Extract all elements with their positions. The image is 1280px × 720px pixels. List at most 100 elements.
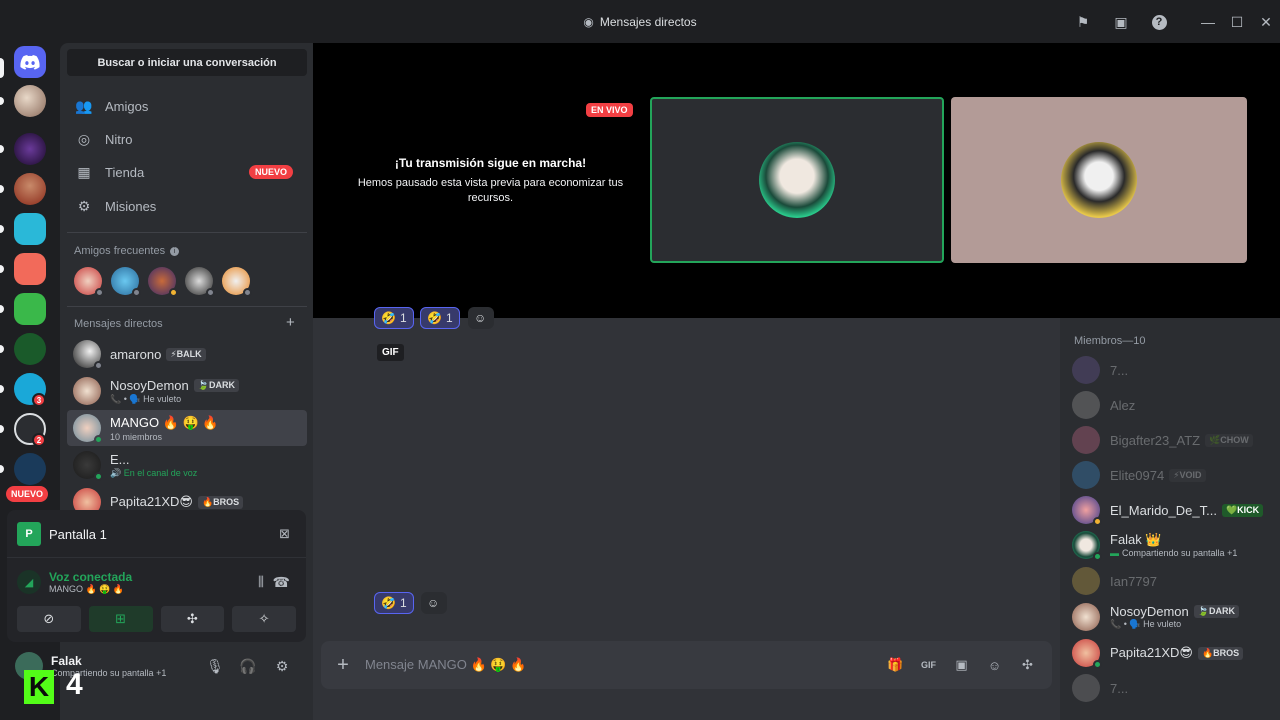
- unread-pip: [0, 425, 4, 433]
- nav-nitro[interactable]: ◎ Nitro: [67, 124, 307, 154]
- member-item[interactable]: Papita21XD😎 🔥BROS: [1072, 638, 1244, 669]
- status-indicator: [169, 288, 178, 297]
- nav-label: Nitro: [105, 131, 133, 147]
- close-icon[interactable]: ✕: [1258, 14, 1274, 30]
- add-reaction-icon[interactable]: ☺: [468, 307, 494, 329]
- server-icon[interactable]: [14, 173, 46, 205]
- server-icon[interactable]: [14, 85, 46, 117]
- add-reaction-icon[interactable]: ☺: [421, 592, 447, 614]
- camera-off-button[interactable]: ⊘: [17, 606, 81, 632]
- emoji-icon[interactable]: ☺: [978, 658, 1011, 673]
- discord-logo-icon: ◉: [583, 14, 594, 29]
- server-icon[interactable]: [14, 133, 46, 165]
- dm-name: NosoyDemon: [110, 377, 189, 393]
- frequent-friends-title: Amigos frecuentes i: [74, 245, 180, 257]
- search-button[interactable]: Buscar o iniciar una conversación: [67, 49, 307, 76]
- guild-tag: ⚡BALK: [166, 347, 206, 361]
- guild-tag: 💚KICK: [1221, 503, 1264, 517]
- microphone-icon[interactable]: 🎙: [204, 655, 226, 677]
- member-item[interactable]: Alez: [1072, 390, 1135, 420]
- soundboard-button[interactable]: ✧: [232, 606, 296, 632]
- user-name: Falak: [51, 654, 82, 668]
- inbox-flag-icon[interactable]: ⚑: [1075, 14, 1091, 30]
- gift-icon[interactable]: 🎁: [879, 657, 912, 673]
- reaction-button[interactable]: 🤣 1: [374, 592, 414, 614]
- reaction-emoji: 🤣: [381, 596, 396, 610]
- member-item[interactable]: Bigafter23_ATZ 🌿CHOW: [1072, 425, 1253, 455]
- status-indicator: [95, 288, 104, 297]
- member-item[interactable]: El_Marido_De_T... 💚KICK: [1072, 495, 1264, 526]
- sticker-icon[interactable]: ▣: [945, 657, 978, 673]
- message-input[interactable]: Mensaje MANGO 🔥 🤑 🔥: [365, 657, 879, 673]
- friend-avatar[interactable]: [222, 267, 252, 297]
- server-icon[interactable]: [14, 253, 46, 285]
- headphones-icon[interactable]: 🎧: [237, 655, 259, 677]
- reaction-button[interactable]: 🤣 1: [374, 307, 414, 329]
- dm-item[interactable]: NosoyDemon 🍃DARK 📞 • 🗣️ He vuleto: [67, 373, 307, 409]
- status-indicator: [1093, 517, 1102, 526]
- nav-quests[interactable]: ⚙ Misiones: [67, 191, 307, 221]
- minimize-icon[interactable]: —: [1200, 14, 1216, 30]
- friends-icon: 👥: [75, 97, 93, 114]
- server-icon[interactable]: [14, 453, 46, 485]
- attach-plus-icon[interactable]: +: [321, 654, 365, 677]
- discord-home-icon[interactable]: [14, 46, 46, 78]
- stream-tile[interactable]: [951, 97, 1247, 263]
- friend-avatar[interactable]: [74, 267, 104, 297]
- member-item[interactable]: Elite0974 ⚡VOID: [1072, 460, 1206, 490]
- unread-pip: [0, 265, 4, 273]
- reaction-button[interactable]: 🤣 1: [420, 307, 460, 329]
- member-list-title: Miembros—10: [1074, 335, 1146, 347]
- stream-tile-active[interactable]: [650, 97, 944, 263]
- stop-stream-icon[interactable]: ⊠: [279, 526, 290, 542]
- dm-item-selected[interactable]: MANGO 🔥 🤑 🔥 10 miembros: [67, 410, 307, 446]
- member-name: Elite0974: [1110, 467, 1165, 483]
- avatar: [1072, 461, 1100, 489]
- voice-panel: P Pantalla 1 ⊠ ◢ Voz conectada MANGO 🔥 🤑…: [7, 510, 306, 642]
- member-item[interactable]: 7...: [1072, 673, 1128, 703]
- direct-messages-title: Mensajes directos: [74, 318, 299, 330]
- server-icon[interactable]: [14, 333, 46, 365]
- gif-icon[interactable]: GIF: [912, 660, 945, 670]
- avatar: [73, 377, 101, 405]
- friend-avatar[interactable]: [185, 267, 215, 297]
- voice-status[interactable]: Voz conectada: [49, 570, 132, 584]
- member-item[interactable]: Falak 👑 ▬ Compartiendo su pantalla +1: [1072, 530, 1237, 561]
- dm-item[interactable]: E... 🔊 En el canal de voz: [67, 447, 307, 483]
- noise-suppression-icon[interactable]: ⫼: [258, 574, 264, 590]
- nitro-icon: ◎: [77, 130, 91, 147]
- reaction-count: 1: [399, 596, 407, 610]
- server-badge: 2: [32, 433, 46, 447]
- member-item[interactable]: NosoyDemon 🍃DARK 📞 • 🗣️ He vuleto: [1072, 602, 1239, 632]
- participant-avatar: [759, 142, 835, 218]
- window-title-text: Mensajes directos: [599, 14, 697, 29]
- new-badge: NUEVO: [248, 165, 293, 179]
- avatar: [1072, 567, 1100, 595]
- friend-avatar[interactable]: [148, 267, 178, 297]
- create-dm-icon[interactable]: +: [286, 314, 295, 331]
- screen-share-button[interactable]: ⊞: [88, 606, 153, 632]
- member-name: Papita21XD😎: [1110, 645, 1193, 660]
- nav-shop[interactable]: ▦ Tienda NUEVO: [67, 157, 307, 187]
- nav-friends[interactable]: 👥 Amigos: [67, 91, 307, 121]
- settings-gear-icon[interactable]: ⚙: [271, 655, 293, 677]
- member-item[interactable]: Ian7797: [1072, 566, 1157, 596]
- maximize-icon[interactable]: ☐: [1229, 14, 1245, 30]
- member-status: 📞 • 🗣️ He vuleto: [1110, 619, 1182, 629]
- nav-label: Misiones: [105, 198, 157, 214]
- apps-icon[interactable]: ✣: [1011, 657, 1044, 673]
- server-icon[interactable]: [14, 213, 46, 245]
- member-name: Bigafter23_ATZ: [1110, 432, 1201, 448]
- inbox-icon[interactable]: ▣: [1113, 14, 1129, 30]
- kick-logo-icon: K: [24, 670, 54, 704]
- avatar: [1072, 391, 1100, 419]
- activities-button[interactable]: ✣: [160, 606, 225, 632]
- disconnect-icon[interactable]: ☎: [273, 574, 290, 591]
- member-item[interactable]: 7...: [1072, 355, 1128, 385]
- dm-item[interactable]: amarono ⚡BALK: [67, 336, 307, 372]
- reaction-emoji: 🤣: [381, 311, 396, 325]
- server-icon[interactable]: [14, 293, 46, 325]
- reaction-emoji: 🤣: [427, 311, 442, 325]
- help-icon[interactable]: ?: [1151, 14, 1167, 30]
- friend-avatar[interactable]: [111, 267, 141, 297]
